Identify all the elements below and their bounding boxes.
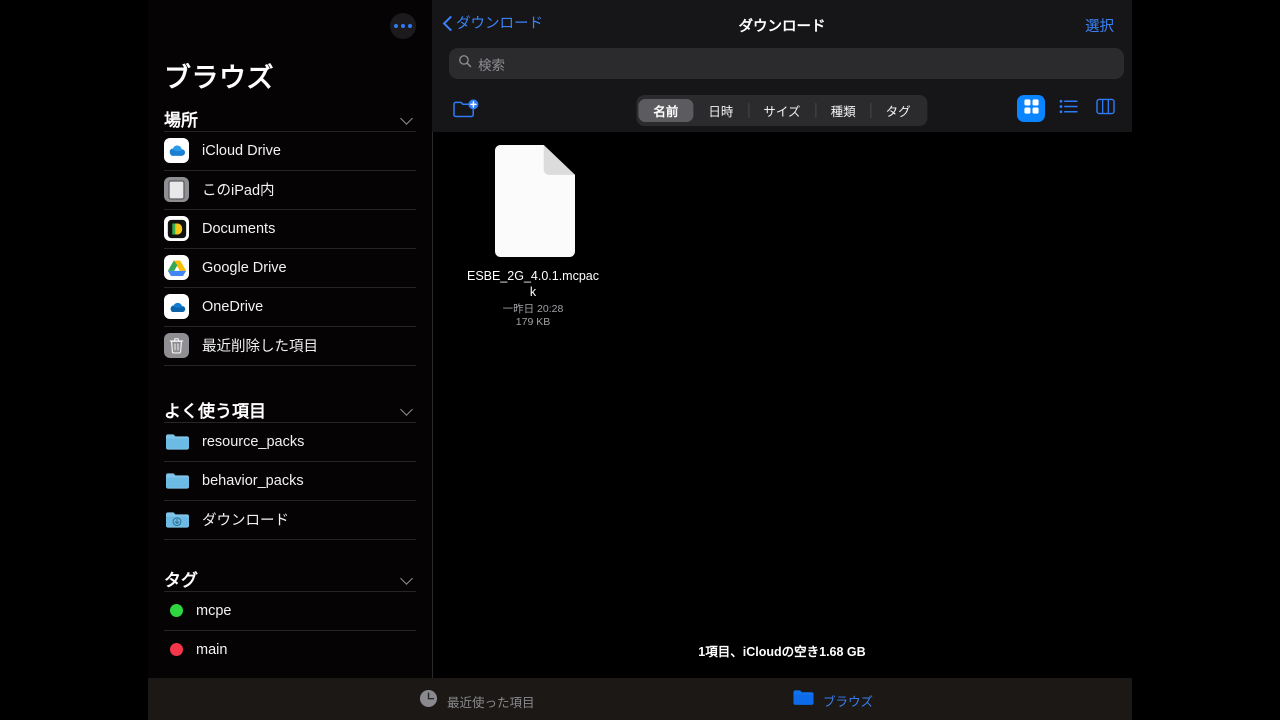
section-title: よく使う項目 xyxy=(164,401,266,421)
tag-dot-green-icon xyxy=(170,604,183,617)
tab-label: 最近使った項目 xyxy=(447,695,535,710)
column-view-button[interactable] xyxy=(1091,95,1119,122)
google-drive-icon xyxy=(164,255,189,280)
sidebar: ブラウズ 場所 iCloud Drive このiPad内 Documents G… xyxy=(148,0,432,678)
ipad-icon xyxy=(164,177,189,202)
sidebar-item-onedrive[interactable]: OneDrive xyxy=(164,287,416,326)
chevron-down-icon[interactable] xyxy=(401,405,414,413)
document-icon xyxy=(491,144,576,258)
file-grid: ESBE_2G_4.0.1.mcpack 一昨日 20:28 179 KB xyxy=(432,132,1132,632)
sidebar-item-documents[interactable]: Documents xyxy=(164,209,416,248)
tag-dot-red-icon xyxy=(170,643,183,656)
sidebar-item-label: resource_packs xyxy=(202,433,305,450)
chevron-down-icon[interactable] xyxy=(401,574,414,582)
sidebar-item-label: OneDrive xyxy=(202,298,264,315)
file-date: 一昨日 20:28 xyxy=(502,303,564,315)
sidebar-item-label: このiPad内 xyxy=(202,183,275,199)
sidebar-item-icloud-drive[interactable]: iCloud Drive xyxy=(164,131,416,170)
select-button[interactable]: 選択 xyxy=(1085,15,1114,36)
sidebar-item-label: ダウンロード xyxy=(202,513,289,529)
section-title: タグ xyxy=(164,570,198,590)
view-mode-group xyxy=(1017,95,1119,122)
icloud-drive-icon xyxy=(164,138,189,163)
tab-bar: 最近使った項目 ブラウズ xyxy=(148,678,1132,720)
sidebar-section-favorites: よく使う項目 resource_packs behavior_packs ダウン… xyxy=(164,396,416,540)
downloads-folder-icon xyxy=(164,507,189,532)
ellipsis-icon xyxy=(408,24,412,28)
file-name: ESBE_2G_4.0.1.mcpack xyxy=(466,269,600,299)
sidebar-item-tag-main[interactable]: main xyxy=(164,630,416,669)
section-header-tags[interactable]: タグ xyxy=(164,565,416,591)
sidebar-item-tag-mcpe[interactable]: mcpe xyxy=(164,591,416,630)
folder-icon xyxy=(164,429,189,454)
navigation-area: ダウンロード ダウンロード 選択 検索 xyxy=(432,0,1132,88)
documents-app-icon xyxy=(164,216,189,241)
tab-browse[interactable]: ブラウズ xyxy=(793,689,873,711)
onedrive-icon xyxy=(164,294,189,319)
sidebar-item-label: main xyxy=(196,641,228,658)
divider xyxy=(164,539,416,540)
sidebar-item-google-drive[interactable]: Google Drive xyxy=(164,248,416,287)
sidebar-item-resource-packs[interactable]: resource_packs xyxy=(164,422,416,461)
search-field[interactable]: 検索 xyxy=(449,48,1124,79)
sidebar-section-tags: タグ mcpe main xyxy=(164,565,416,669)
more-options-button[interactable] xyxy=(390,13,416,39)
sidebar-section-locations: 場所 iCloud Drive このiPad内 Documents Google… xyxy=(164,105,416,366)
trash-icon xyxy=(164,333,189,358)
toolbar: 名前 日時 サイズ 種類 タグ xyxy=(432,88,1132,132)
sort-segmented-control[interactable]: 名前 日時 サイズ 種類 タグ xyxy=(636,95,928,126)
columns-icon xyxy=(1095,98,1115,120)
sidebar-item-recently-deleted[interactable]: 最近削除した項目 xyxy=(164,326,416,365)
sort-option-date[interactable]: 日時 xyxy=(693,99,748,122)
search-placeholder: 検索 xyxy=(478,57,505,73)
sidebar-item-behavior-packs[interactable]: behavior_packs xyxy=(164,461,416,500)
page-title: ダウンロード xyxy=(738,19,826,35)
sidebar-item-on-my-ipad[interactable]: このiPad内 xyxy=(164,170,416,209)
ellipsis-icon xyxy=(394,24,398,28)
search-icon xyxy=(458,54,472,73)
section-header-favorites[interactable]: よく使う項目 xyxy=(164,396,416,422)
navigation-bar: ダウンロード ダウンロード 選択 xyxy=(432,0,1132,48)
sort-option-size[interactable]: サイズ xyxy=(748,99,815,122)
folder-filled-icon xyxy=(793,689,814,711)
divider xyxy=(164,365,416,366)
file-size: 179 KB xyxy=(515,316,551,328)
folder-icon xyxy=(164,468,189,493)
grid-view-button[interactable] xyxy=(1017,95,1045,122)
sort-option-name[interactable]: 名前 xyxy=(638,99,694,122)
status-bar: 1項目、iCloudの空き1.68 GB xyxy=(698,645,866,659)
sidebar-item-label: Google Drive xyxy=(202,259,287,276)
sidebar-item-label: 最近削除した項目 xyxy=(202,339,318,355)
files-app: ブラウズ 場所 iCloud Drive このiPad内 Documents G… xyxy=(148,0,1132,720)
section-title: 場所 xyxy=(164,110,198,130)
sort-option-tags[interactable]: タグ xyxy=(870,99,926,122)
file-item[interactable]: ESBE_2G_4.0.1.mcpack 一昨日 20:28 179 KB xyxy=(467,144,599,329)
ellipsis-icon xyxy=(401,24,405,28)
sidebar-item-label: Documents xyxy=(202,220,276,237)
content-pane: ダウンロード ダウンロード 選択 検索 名前 日時 サイズ 種類 タグ ESBE… xyxy=(432,0,1132,678)
tab-recents[interactable]: 最近使った項目 xyxy=(419,689,535,713)
sidebar-item-label: iCloud Drive xyxy=(202,142,281,159)
new-folder-button[interactable] xyxy=(451,97,481,123)
screen: ブラウズ 場所 iCloud Drive このiPad内 Documents G… xyxy=(0,0,1280,720)
clock-icon xyxy=(419,689,438,713)
tab-label: ブラウズ xyxy=(823,694,874,709)
chevron-down-icon[interactable] xyxy=(401,114,414,122)
sort-option-kind[interactable]: 種類 xyxy=(815,99,871,122)
sidebar-item-label: mcpe xyxy=(196,602,232,619)
list-view-button[interactable] xyxy=(1054,95,1082,122)
sidebar-title: ブラウズ xyxy=(164,63,274,93)
sidebar-item-downloads[interactable]: ダウンロード xyxy=(164,500,416,539)
sidebar-item-label: behavior_packs xyxy=(202,472,304,489)
section-header-locations[interactable]: 場所 xyxy=(164,105,416,131)
list-icon xyxy=(1059,99,1078,119)
grid-icon xyxy=(1023,98,1040,120)
